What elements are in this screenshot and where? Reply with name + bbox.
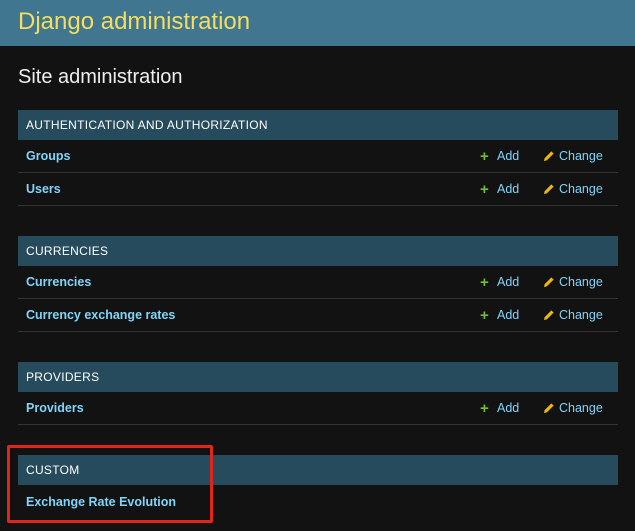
page-title: Site administration xyxy=(18,66,183,88)
plus-icon: + xyxy=(480,147,489,165)
change-users-button[interactable]: Change xyxy=(543,182,603,196)
add-users-button[interactable]: + Add xyxy=(480,182,519,197)
add-currencies-button[interactable]: + Add xyxy=(480,275,519,290)
model-link-providers[interactable]: Providers xyxy=(26,401,84,415)
module-caption[interactable]: CUSTOM xyxy=(18,455,618,485)
change-currency-exchange-rates-button[interactable]: Change xyxy=(543,308,603,322)
model-row-currencies: Currencies + Add Change xyxy=(18,266,618,299)
add-label: Add xyxy=(497,149,520,163)
add-label: Add xyxy=(497,275,520,289)
plus-icon: + xyxy=(480,399,489,417)
model-row-providers: Providers + Add Change xyxy=(18,392,618,425)
add-label: Add xyxy=(497,182,520,196)
pencil-icon xyxy=(544,310,554,320)
change-currencies-button[interactable]: Change xyxy=(543,275,603,289)
pencil-icon xyxy=(544,151,554,161)
add-label: Add xyxy=(497,401,520,415)
add-providers-button[interactable]: + Add xyxy=(480,401,519,416)
model-row-groups: Groups + Add Change xyxy=(18,140,618,173)
model-link-groups[interactable]: Groups xyxy=(26,149,70,163)
module-caption[interactable]: AUTHENTICATION AND AUTHORIZATION xyxy=(18,110,618,140)
module-custom: CUSTOM Exchange Rate Evolution xyxy=(18,455,618,518)
change-groups-button[interactable]: Change xyxy=(543,149,603,163)
model-row-currency-exchange-rates: Currency exchange rates + Add Change xyxy=(18,299,618,332)
model-link-currencies[interactable]: Currencies xyxy=(26,275,91,289)
add-label: Add xyxy=(497,308,520,322)
pencil-icon xyxy=(544,403,554,413)
pencil-icon xyxy=(544,277,554,287)
module-caption[interactable]: CURRENCIES xyxy=(18,236,618,266)
add-currency-exchange-rates-button[interactable]: + Add xyxy=(480,308,519,323)
site-branding[interactable]: Django administration xyxy=(18,8,250,38)
change-label: Change xyxy=(559,275,603,289)
plus-icon: + xyxy=(480,306,489,324)
model-link-currency-exchange-rates[interactable]: Currency exchange rates xyxy=(26,308,175,322)
plus-icon: + xyxy=(480,180,489,198)
change-label: Change xyxy=(559,401,603,415)
model-link-users[interactable]: Users xyxy=(26,182,61,196)
change-label: Change xyxy=(559,308,603,322)
change-providers-button[interactable]: Change xyxy=(543,401,603,415)
change-label: Change xyxy=(559,149,603,163)
model-link-exchange-rate-evolution[interactable]: Exchange Rate Evolution xyxy=(26,495,176,509)
model-row-exchange-rate-evolution: Exchange Rate Evolution xyxy=(18,485,618,518)
pencil-icon xyxy=(544,184,554,194)
model-row-users: Users + Add Change xyxy=(18,173,618,206)
module-currencies: CURRENCIES Currencies + Add Change Curre… xyxy=(18,236,618,332)
change-label: Change xyxy=(559,182,603,196)
module-providers: PROVIDERS Providers + Add Change xyxy=(18,362,618,425)
module-caption[interactable]: PROVIDERS xyxy=(18,362,618,392)
plus-icon: + xyxy=(480,273,489,291)
add-groups-button[interactable]: + Add xyxy=(480,149,519,164)
module-authentication: AUTHENTICATION AND AUTHORIZATION Groups … xyxy=(18,110,618,206)
header: Django administration xyxy=(0,0,635,46)
